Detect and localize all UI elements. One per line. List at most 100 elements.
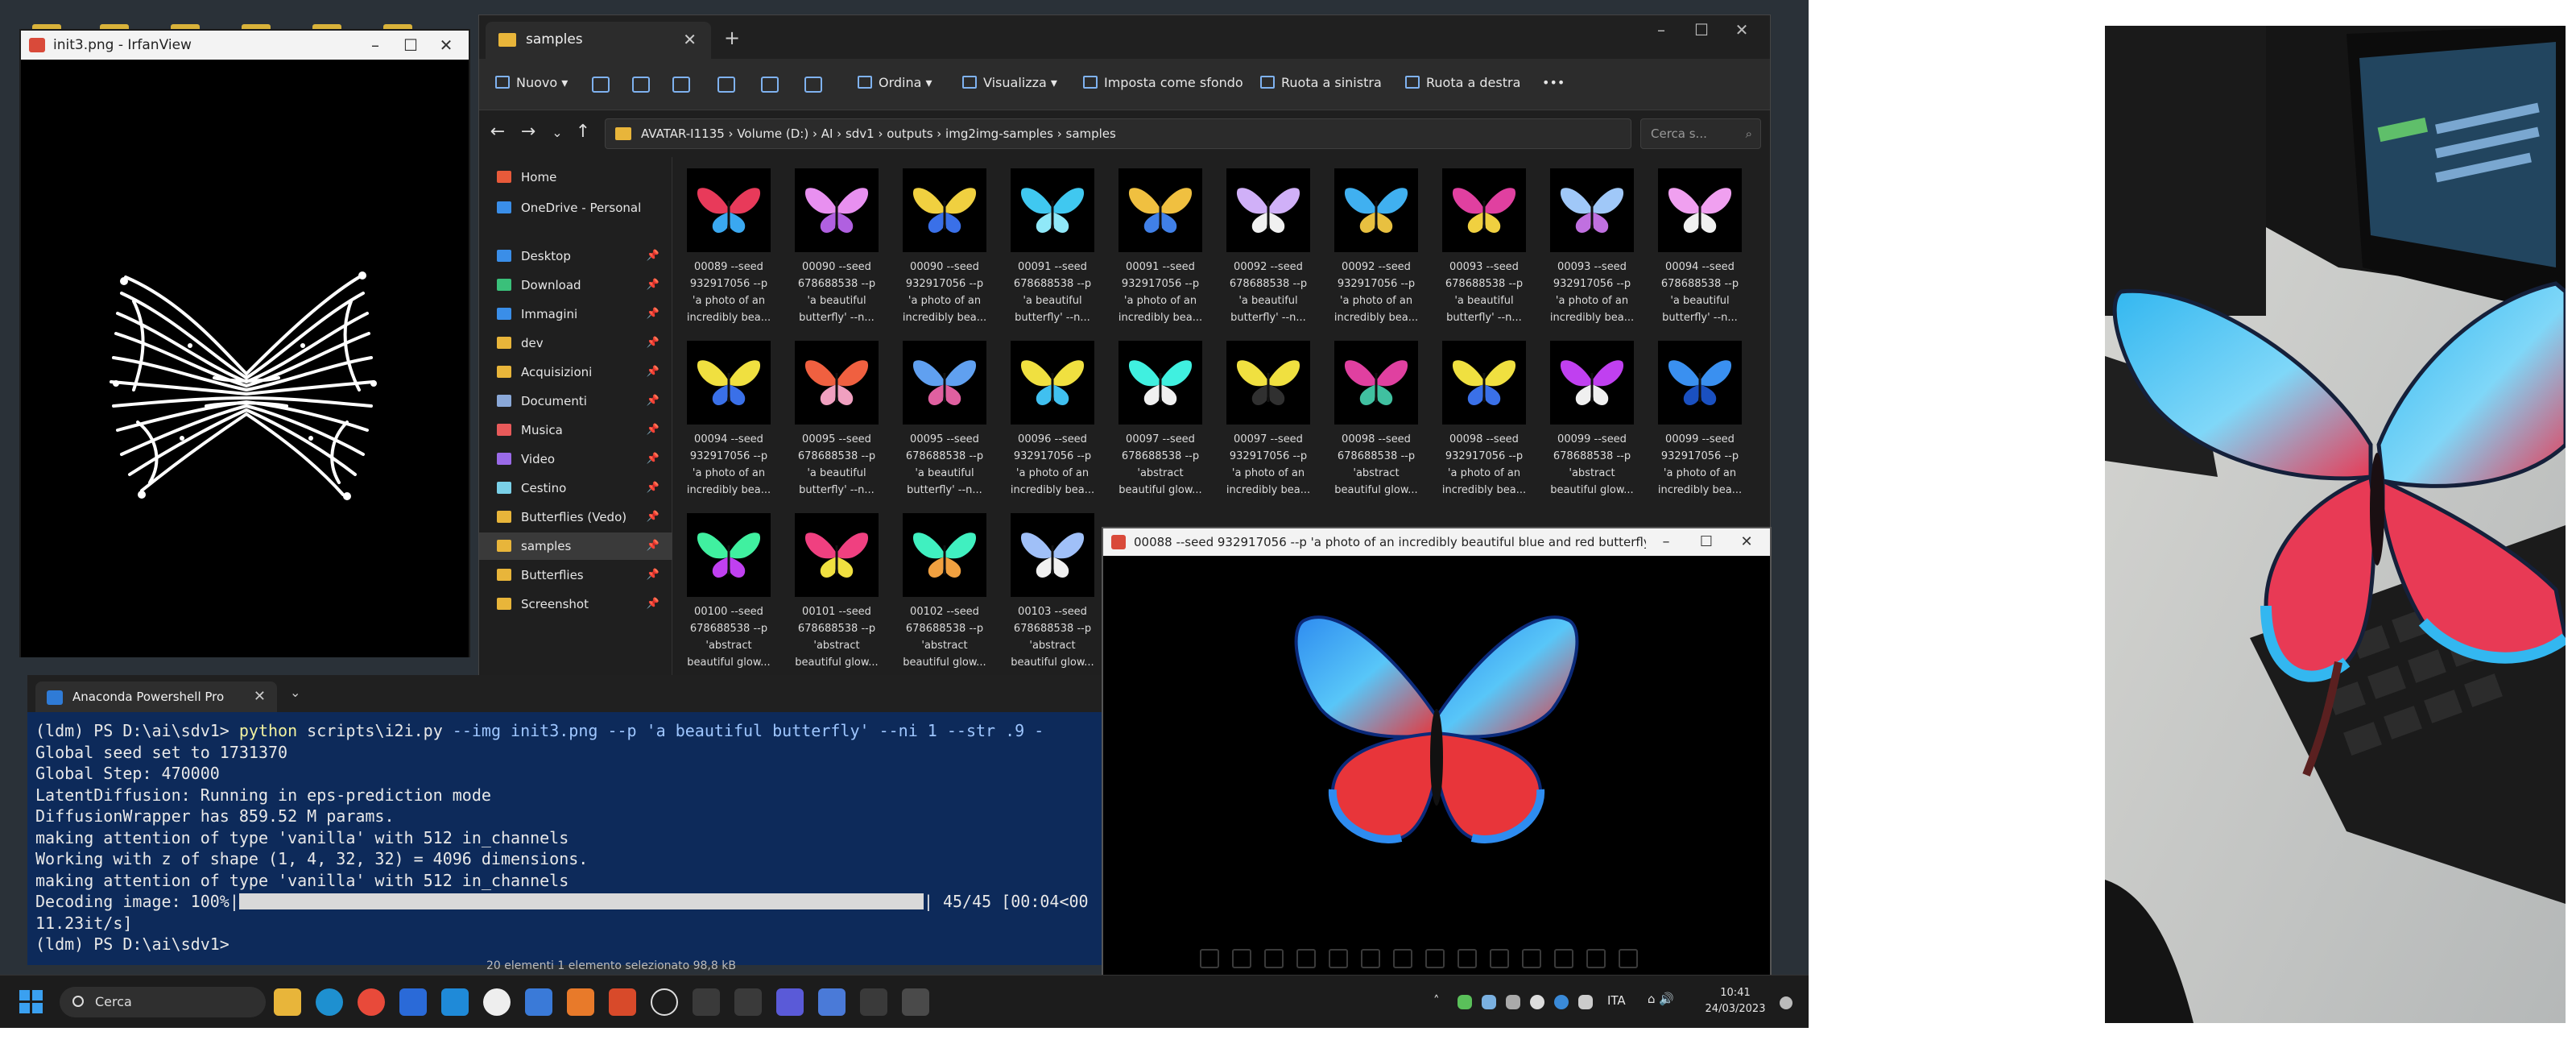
zoom-out-icon[interactable] xyxy=(1361,949,1380,968)
terminal-window[interactable]: Anaconda Powershell Pro ✕ ⌄ (ldm) PS D:\… xyxy=(27,675,1102,965)
fit-icon[interactable] xyxy=(1393,949,1412,968)
app-taskbar-icon[interactable] xyxy=(902,988,929,1016)
share-icon[interactable] xyxy=(761,77,779,93)
sidebar-item-butterflies[interactable]: Butterflies 📌 xyxy=(479,561,672,589)
new-button[interactable]: Nuovo ▾ xyxy=(495,75,568,90)
new-tab-dropdown-icon[interactable]: ⌄ xyxy=(290,685,300,700)
terminal-output[interactable]: (ldm) PS D:\ai\sdv1> python scripts\i2i.… xyxy=(35,720,1098,962)
thumbnail-item[interactable]: 00094 --seed 678688538 --p 'a beautiful … xyxy=(1652,168,1748,334)
photo-viewer-titlebar[interactable]: 00088 --seed 932917056 --p 'a photo of a… xyxy=(1103,528,1770,556)
maximize-icon[interactable]: ☐ xyxy=(395,31,427,60)
breadcrumb[interactable]: AVATAR-I1135 › Volume (D:) › AI › sdv1 ›… xyxy=(605,118,1631,149)
sidebar-item-home[interactable]: Home xyxy=(479,164,672,191)
sidebar-item-dev[interactable]: dev 📌 xyxy=(479,329,672,357)
thumbnail-item[interactable]: 00103 --seed 678688538 --p 'abstract bea… xyxy=(1004,513,1101,679)
thumbnail-item[interactable]: 00090 --seed 932917056 --p 'a photo of a… xyxy=(896,168,993,334)
explorer-search-input[interactable]: Cerca s... ⌕ xyxy=(1640,118,1761,149)
explorer-tab-samples[interactable]: samples ✕ xyxy=(486,22,711,59)
actual-size-icon[interactable] xyxy=(1425,949,1445,968)
network-volume-icon[interactable]: ⌂ 🔊 xyxy=(1648,992,1674,1006)
rotate-left-button[interactable]: Ruota a sinistra xyxy=(1260,75,1382,90)
sidebar-item-samples[interactable]: samples 📌 xyxy=(479,532,672,560)
irfanview-titlebar[interactable]: init3.png - IrfanView – ☐ ✕ xyxy=(21,31,469,60)
thumbnail-item[interactable]: 00093 --seed 932917056 --p 'a photo of a… xyxy=(1544,168,1640,334)
sidebar-item-download[interactable]: Download 📌 xyxy=(479,271,672,299)
app-taskbar-icon[interactable] xyxy=(693,988,720,1016)
sidebar-item-onedrive-personal[interactable]: OneDrive - Personal xyxy=(479,194,672,222)
minimize-icon[interactable]: – xyxy=(359,31,391,60)
sidebar-item-cestino[interactable]: Cestino 📌 xyxy=(479,474,672,502)
thumbnail-item[interactable]: 00096 --seed 932917056 --p 'a photo of a… xyxy=(1004,341,1101,507)
app-taskbar-icon[interactable] xyxy=(860,988,887,1016)
thumbnail-item[interactable]: 00102 --seed 678688538 --p 'abstract bea… xyxy=(896,513,993,679)
close-tab-icon[interactable]: ✕ xyxy=(683,30,697,49)
delete-icon[interactable] xyxy=(804,77,822,93)
file-explorer-taskbar-icon[interactable] xyxy=(274,988,301,1016)
new-tab-icon[interactable]: + xyxy=(724,27,740,49)
teams-taskbar-icon[interactable] xyxy=(776,988,804,1016)
close-icon[interactable]: ✕ xyxy=(430,31,462,60)
minimize-icon[interactable]: – xyxy=(1641,20,1681,39)
maximize-icon[interactable]: ☐ xyxy=(1681,20,1722,39)
thumbnail-item[interactable]: 00095 --seed 678688538 --p 'a beautiful … xyxy=(788,341,885,507)
taskbar-search[interactable]: Cerca xyxy=(60,987,266,1017)
save-icon[interactable] xyxy=(1554,949,1573,968)
sort-button[interactable]: Ordina ▾ xyxy=(858,75,932,90)
maximize-icon[interactable]: ☐ xyxy=(1686,528,1726,556)
unreal-taskbar-icon[interactable] xyxy=(651,988,678,1016)
tray-clock[interactable]: 10:41 24/03/2023 xyxy=(1699,985,1772,1017)
sidebar-item-immagini[interactable]: Immagini 📌 xyxy=(479,300,672,328)
tray-icon[interactable] xyxy=(1458,995,1472,1009)
next-image-icon[interactable] xyxy=(1264,949,1284,968)
photo-viewer-window[interactable]: 00088 --seed 932917056 --p 'a photo of a… xyxy=(1102,527,1772,978)
tray-icon[interactable] xyxy=(1506,995,1520,1009)
thumbnail-item[interactable]: 00100 --seed 678688538 --p 'abstract bea… xyxy=(680,513,777,679)
close-tab-icon[interactable]: ✕ xyxy=(254,688,266,705)
sidebar-item-butterflies-vedo[interactable]: Butterflies (Vedo) 📌 xyxy=(479,503,672,531)
last-image-icon[interactable] xyxy=(1296,949,1316,968)
github-taskbar-icon[interactable] xyxy=(483,988,511,1016)
thumbnail-item[interactable]: 00099 --seed 932917056 --p 'a photo of a… xyxy=(1652,341,1748,507)
sidebar-item-desktop[interactable]: Desktop 📌 xyxy=(479,242,672,270)
irfanview-window[interactable]: init3.png - IrfanView – ☐ ✕ xyxy=(19,29,470,657)
back-arrow-icon[interactable]: ← xyxy=(484,122,511,142)
rotate-right-button[interactable]: Ruota a destra xyxy=(1405,75,1520,90)
chrome-taskbar-icon[interactable] xyxy=(358,988,385,1016)
print-icon[interactable] xyxy=(1586,949,1606,968)
tray-icon[interactable] xyxy=(1482,995,1496,1009)
edge-taskbar-icon[interactable] xyxy=(316,988,343,1016)
thumbnail-item[interactable]: 00098 --seed 932917056 --p 'a photo of a… xyxy=(1436,341,1532,507)
cut-icon[interactable] xyxy=(592,77,610,93)
sidebar-item-acquisizioni[interactable]: Acquisizioni 📌 xyxy=(479,358,672,386)
zoom-in-icon[interactable] xyxy=(1329,949,1348,968)
rename-icon[interactable] xyxy=(717,77,735,93)
thumbnail-item[interactable]: 00091 --seed 932917056 --p 'a photo of a… xyxy=(1112,168,1209,334)
tray-icon[interactable] xyxy=(1554,995,1569,1009)
view-button[interactable]: Visualizza ▾ xyxy=(962,75,1057,90)
copy-icon[interactable] xyxy=(632,77,650,93)
app-taskbar-icon[interactable] xyxy=(399,988,427,1016)
tray-icon[interactable] xyxy=(1530,995,1544,1009)
terminal-tab[interactable]: Anaconda Powershell Pro ✕ xyxy=(35,682,277,712)
thumbnail-item[interactable]: 00091 --seed 678688538 --p 'a beautiful … xyxy=(1004,168,1101,334)
forward-arrow-icon[interactable]: → xyxy=(515,122,542,142)
settings-icon[interactable] xyxy=(1619,949,1638,968)
rotate-right-icon[interactable] xyxy=(1490,949,1509,968)
rotate-left-icon[interactable] xyxy=(1458,949,1477,968)
first-image-icon[interactable] xyxy=(1200,949,1219,968)
thumbnail-item[interactable]: 00092 --seed 932917056 --p 'a photo of a… xyxy=(1328,168,1424,334)
thumbnail-item[interactable]: 00097 --seed 932917056 --p 'a photo of a… xyxy=(1220,341,1317,507)
close-icon[interactable]: ✕ xyxy=(1722,20,1762,39)
thumbnail-item[interactable]: 00089 --seed 932917056 --p 'a photo of a… xyxy=(680,168,777,334)
show-hidden-icons[interactable]: ˄ xyxy=(1433,993,1440,1008)
set-background-button[interactable]: Imposta come sfondo xyxy=(1083,75,1243,90)
app-taskbar-icon[interactable] xyxy=(818,988,846,1016)
minimize-icon[interactable]: – xyxy=(1646,528,1686,556)
blender-taskbar-icon[interactable] xyxy=(567,988,594,1016)
sidebar-item-documenti[interactable]: Documenti 📌 xyxy=(479,387,672,415)
vscode-taskbar-icon[interactable] xyxy=(441,988,469,1016)
thumbnail-item[interactable]: 00093 --seed 678688538 --p 'a beautiful … xyxy=(1436,168,1532,334)
terminal-taskbar-icon[interactable] xyxy=(734,988,762,1016)
app-taskbar-icon[interactable] xyxy=(609,988,636,1016)
thumbnail-item[interactable]: 00098 --seed 678688538 --p 'abstract bea… xyxy=(1328,341,1424,507)
